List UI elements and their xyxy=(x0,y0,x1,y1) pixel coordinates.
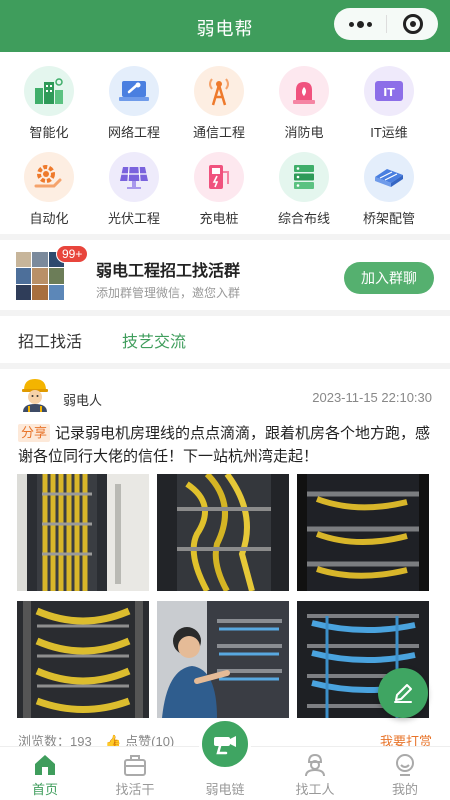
app-header: 弱电帮 xyxy=(0,0,450,52)
home-icon xyxy=(0,751,90,779)
category-label: 充电桩 xyxy=(199,211,239,226)
fire-alarm-icon xyxy=(279,66,329,116)
tabbar-label: 找工人 xyxy=(295,782,335,797)
more-menu-icon[interactable] xyxy=(334,8,386,40)
group-title: 弱电工程招工找活群 xyxy=(96,263,241,280)
category-grid: 智能化 网络工程 通信工程 消防电 IT IT运维 自动化 光伏工程 充电桩 综… xyxy=(0,52,450,234)
close-target-icon[interactable] xyxy=(387,8,438,40)
cable-tray-icon xyxy=(364,152,414,202)
solar-panel-icon xyxy=(109,152,159,202)
category-label: 光伏工程 xyxy=(107,211,160,226)
camera-chain-icon xyxy=(214,736,236,755)
tabbar-label: 找活干 xyxy=(115,782,155,797)
category-telecom[interactable]: 通信工程 xyxy=(179,52,259,140)
category-network[interactable]: 网络工程 xyxy=(94,52,174,140)
category-solar[interactable]: 光伏工程 xyxy=(94,138,174,226)
section-divider xyxy=(0,310,450,316)
tabbar-mine[interactable]: 我的 xyxy=(360,747,450,800)
automation-gear-icon xyxy=(24,152,74,202)
camera-chain-button[interactable] xyxy=(199,718,251,770)
toolbox-icon xyxy=(90,751,180,779)
post-photo[interactable] xyxy=(17,474,149,591)
share-tag: 分享 xyxy=(18,424,51,442)
category-cabling[interactable]: 综合布线 xyxy=(264,138,344,226)
join-group-button[interactable]: 加入群聊 xyxy=(344,262,434,294)
charging-pile-icon xyxy=(194,152,244,202)
category-it[interactable]: IT IT运维 xyxy=(349,52,429,140)
author-avatar[interactable] xyxy=(18,376,52,412)
it-icon: IT xyxy=(364,66,414,116)
tabbar-find-workers[interactable]: 找工人 xyxy=(270,747,360,800)
post-photo[interactable] xyxy=(297,474,429,591)
content-tabs: 招工找活 技艺交流 xyxy=(0,318,450,358)
tabbar-label: 首页 xyxy=(31,782,58,797)
category-tray[interactable]: 桥架配管 xyxy=(349,138,429,226)
post-photo-grid xyxy=(17,474,429,720)
network-laptop-icon xyxy=(109,66,159,116)
group-subtitle: 添加群管理微信，邀您入群 xyxy=(96,286,241,300)
tab-skill-exchange[interactable]: 技艺交流 xyxy=(122,328,186,352)
category-automation[interactable]: 自动化 xyxy=(9,138,89,226)
section-divider xyxy=(0,363,450,369)
signal-tower-icon xyxy=(194,66,244,116)
category-smart[interactable]: 智能化 xyxy=(9,52,89,140)
post-photo[interactable] xyxy=(17,601,149,718)
profile-icon xyxy=(360,751,450,779)
smart-building-icon xyxy=(24,66,74,116)
author-name: 弱电人 xyxy=(63,393,103,408)
svg-text:IT: IT xyxy=(383,86,395,99)
post-header: 弱电人 2023-11-15 22:10:30 xyxy=(0,372,450,422)
category-label: 综合布线 xyxy=(277,211,330,226)
post-body: 分享 记录弱电机房理线的点点滴滴，跟着机房各个地方跑，感谢各位同行大佬的信任！下一… xyxy=(18,422,432,468)
post-photo[interactable] xyxy=(157,474,289,591)
tabbar-find-work[interactable]: 找活干 xyxy=(90,747,180,800)
tabbar-label: 我的 xyxy=(391,782,418,797)
group-chat-banner: 99+ 弱电工程招工找活群 添加群管理微信，邀您入群 加入群聊 xyxy=(0,240,450,310)
worker-icon xyxy=(270,751,360,779)
compose-button[interactable] xyxy=(378,668,428,718)
server-rack-icon xyxy=(279,152,329,202)
post-photo[interactable] xyxy=(157,601,289,718)
mini-program-capsule xyxy=(334,8,438,40)
category-label: 自动化 xyxy=(29,211,69,226)
category-charging[interactable]: 充电桩 xyxy=(179,138,259,226)
post-text: 记录弱电机房理线的点点滴滴，跟着机房各个地方跑，感谢各位同行大佬的信任！下一站杭… xyxy=(18,425,431,465)
category-fire[interactable]: 消防电 xyxy=(264,52,344,140)
pencil-icon xyxy=(394,684,412,703)
post-time: 2023-11-15 22:10:30 xyxy=(312,390,432,405)
tab-jobs[interactable]: 招工找活 xyxy=(18,328,82,352)
category-label: 桥架配管 xyxy=(362,211,415,226)
tabbar-home[interactable]: 首页 xyxy=(0,747,90,800)
unread-badge: 99+ xyxy=(56,245,89,263)
tabbar-label: 弱电链 xyxy=(205,782,245,797)
